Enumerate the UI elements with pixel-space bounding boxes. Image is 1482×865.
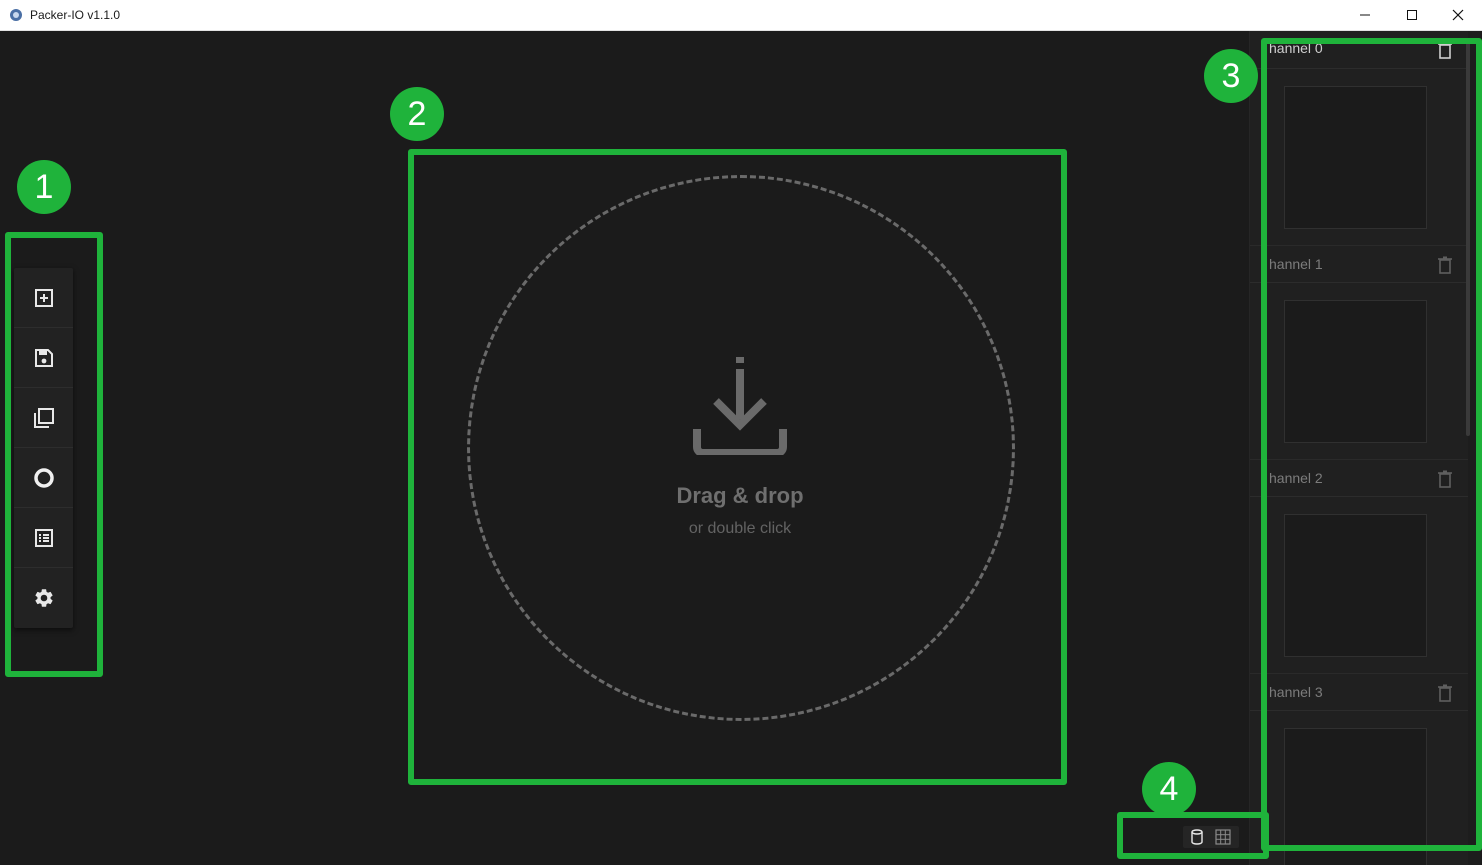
close-button[interactable] [1435, 0, 1481, 30]
annotation-box-4 [1117, 812, 1269, 859]
title-bar: Packer-IO v1.1.0 [0, 0, 1482, 31]
annotation-box-2 [408, 149, 1067, 785]
annotation-box-1 [5, 232, 103, 677]
maximize-icon [1407, 10, 1417, 20]
annotation-box-3 [1261, 38, 1482, 851]
window-title: Packer-IO v1.1.0 [30, 8, 121, 22]
minimize-button[interactable] [1342, 0, 1388, 30]
close-icon [1452, 9, 1464, 21]
app-icon [10, 9, 22, 21]
maximize-button[interactable] [1389, 0, 1435, 30]
annotation-badge-1: 1 [17, 160, 71, 214]
annotation-badge-4: 4 [1142, 762, 1196, 816]
minimize-icon [1360, 14, 1370, 16]
annotation-badge-3: 3 [1204, 49, 1258, 103]
annotation-badge-2: 2 [390, 87, 444, 141]
